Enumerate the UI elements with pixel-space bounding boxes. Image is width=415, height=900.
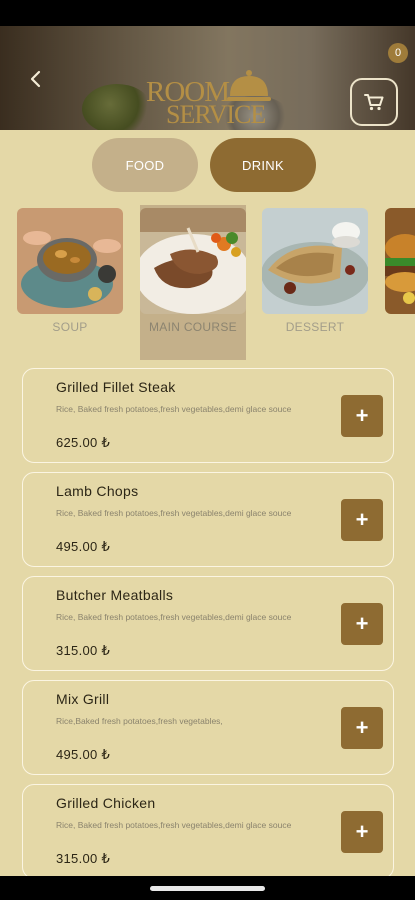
menu-item-price: 495.00 ₺: [56, 747, 111, 762]
menu-item-description: Rice,Baked fresh potatoes,fresh vegetabl…: [56, 716, 223, 726]
category-label: KI: [385, 320, 415, 334]
category-kids[interactable]: KI: [385, 205, 415, 360]
menu-item-name: Butcher Meatballs: [56, 587, 174, 603]
soup-image: [17, 208, 123, 314]
add-to-cart-button[interactable]: +: [341, 603, 383, 645]
add-to-cart-button[interactable]: +: [341, 811, 383, 853]
kids-menu-image: [385, 208, 415, 314]
category-main-course[interactable]: MAIN COURSE: [140, 205, 246, 360]
cart-button[interactable]: [350, 78, 398, 126]
menu-item-card[interactable]: Grilled Fillet Steak Rice, Baked fresh p…: [22, 368, 394, 463]
add-to-cart-button[interactable]: +: [341, 395, 383, 437]
main-content: FOOD DRINK SOUP MAIN COURSE DESSERT Gril…: [0, 130, 415, 876]
menu-item-description: Rice, Baked fresh potatoes,fresh vegetab…: [56, 820, 292, 830]
room-service-logo: ROOM SERVICE: [142, 46, 282, 129]
menu-item-price: 495.00 ₺: [56, 539, 111, 554]
cart-count-badge: 0: [388, 43, 408, 63]
chevron-left-icon: [30, 70, 41, 88]
tab-food[interactable]: FOOD: [92, 138, 198, 192]
logo-text-service: SERVICE: [166, 100, 266, 129]
menu-item-name: Mix Grill: [56, 691, 110, 707]
cloche-icon: [227, 70, 271, 101]
menu-item-description: Rice, Baked fresh potatoes,fresh vegetab…: [56, 612, 292, 622]
category-carousel: SOUP MAIN COURSE DESSERT: [0, 205, 415, 365]
menu-item-card[interactable]: Butcher Meatballs Rice, Baked fresh pota…: [22, 576, 394, 671]
category-label: SOUP: [52, 320, 88, 334]
menu-item-name: Lamb Chops: [56, 483, 139, 499]
category-soup[interactable]: SOUP: [17, 205, 123, 360]
menu-item-price: 315.00 ₺: [56, 643, 111, 658]
menu-type-tabs: FOOD DRINK: [92, 138, 322, 192]
menu-item-name: Grilled Chicken: [56, 795, 156, 811]
add-to-cart-button[interactable]: +: [341, 499, 383, 541]
main-course-image: [140, 208, 246, 314]
system-navigation-bar: [0, 876, 415, 900]
category-label: MAIN COURSE: [149, 320, 237, 334]
menu-item-card[interactable]: Lamb Chops Rice, Baked fresh potatoes,fr…: [22, 472, 394, 567]
menu-item-description: Rice, Baked fresh potatoes,fresh vegetab…: [56, 404, 292, 414]
menu-item-name: Grilled Fillet Steak: [56, 379, 176, 395]
category-dessert[interactable]: DESSERT: [262, 205, 368, 360]
add-to-cart-button[interactable]: +: [341, 707, 383, 749]
back-button[interactable]: [22, 66, 48, 92]
home-indicator[interactable]: [150, 886, 265, 891]
menu-item-price: 625.00 ₺: [56, 435, 111, 450]
menu-item-card[interactable]: Grilled Chicken Rice, Baked fresh potato…: [22, 784, 394, 876]
dessert-image: [262, 208, 368, 314]
status-bar: [0, 0, 415, 26]
cart-icon: [364, 94, 384, 111]
tab-drink[interactable]: DRINK: [210, 138, 316, 192]
category-label: DESSERT: [285, 320, 345, 334]
menu-item-description: Rice, Baked fresh potatoes,fresh vegetab…: [56, 508, 292, 518]
menu-item-price: 315.00 ₺: [56, 851, 111, 866]
menu-item-card[interactable]: Mix Grill Rice,Baked fresh potatoes,fres…: [22, 680, 394, 775]
header-banner: ROOM SERVICE: [0, 26, 415, 130]
